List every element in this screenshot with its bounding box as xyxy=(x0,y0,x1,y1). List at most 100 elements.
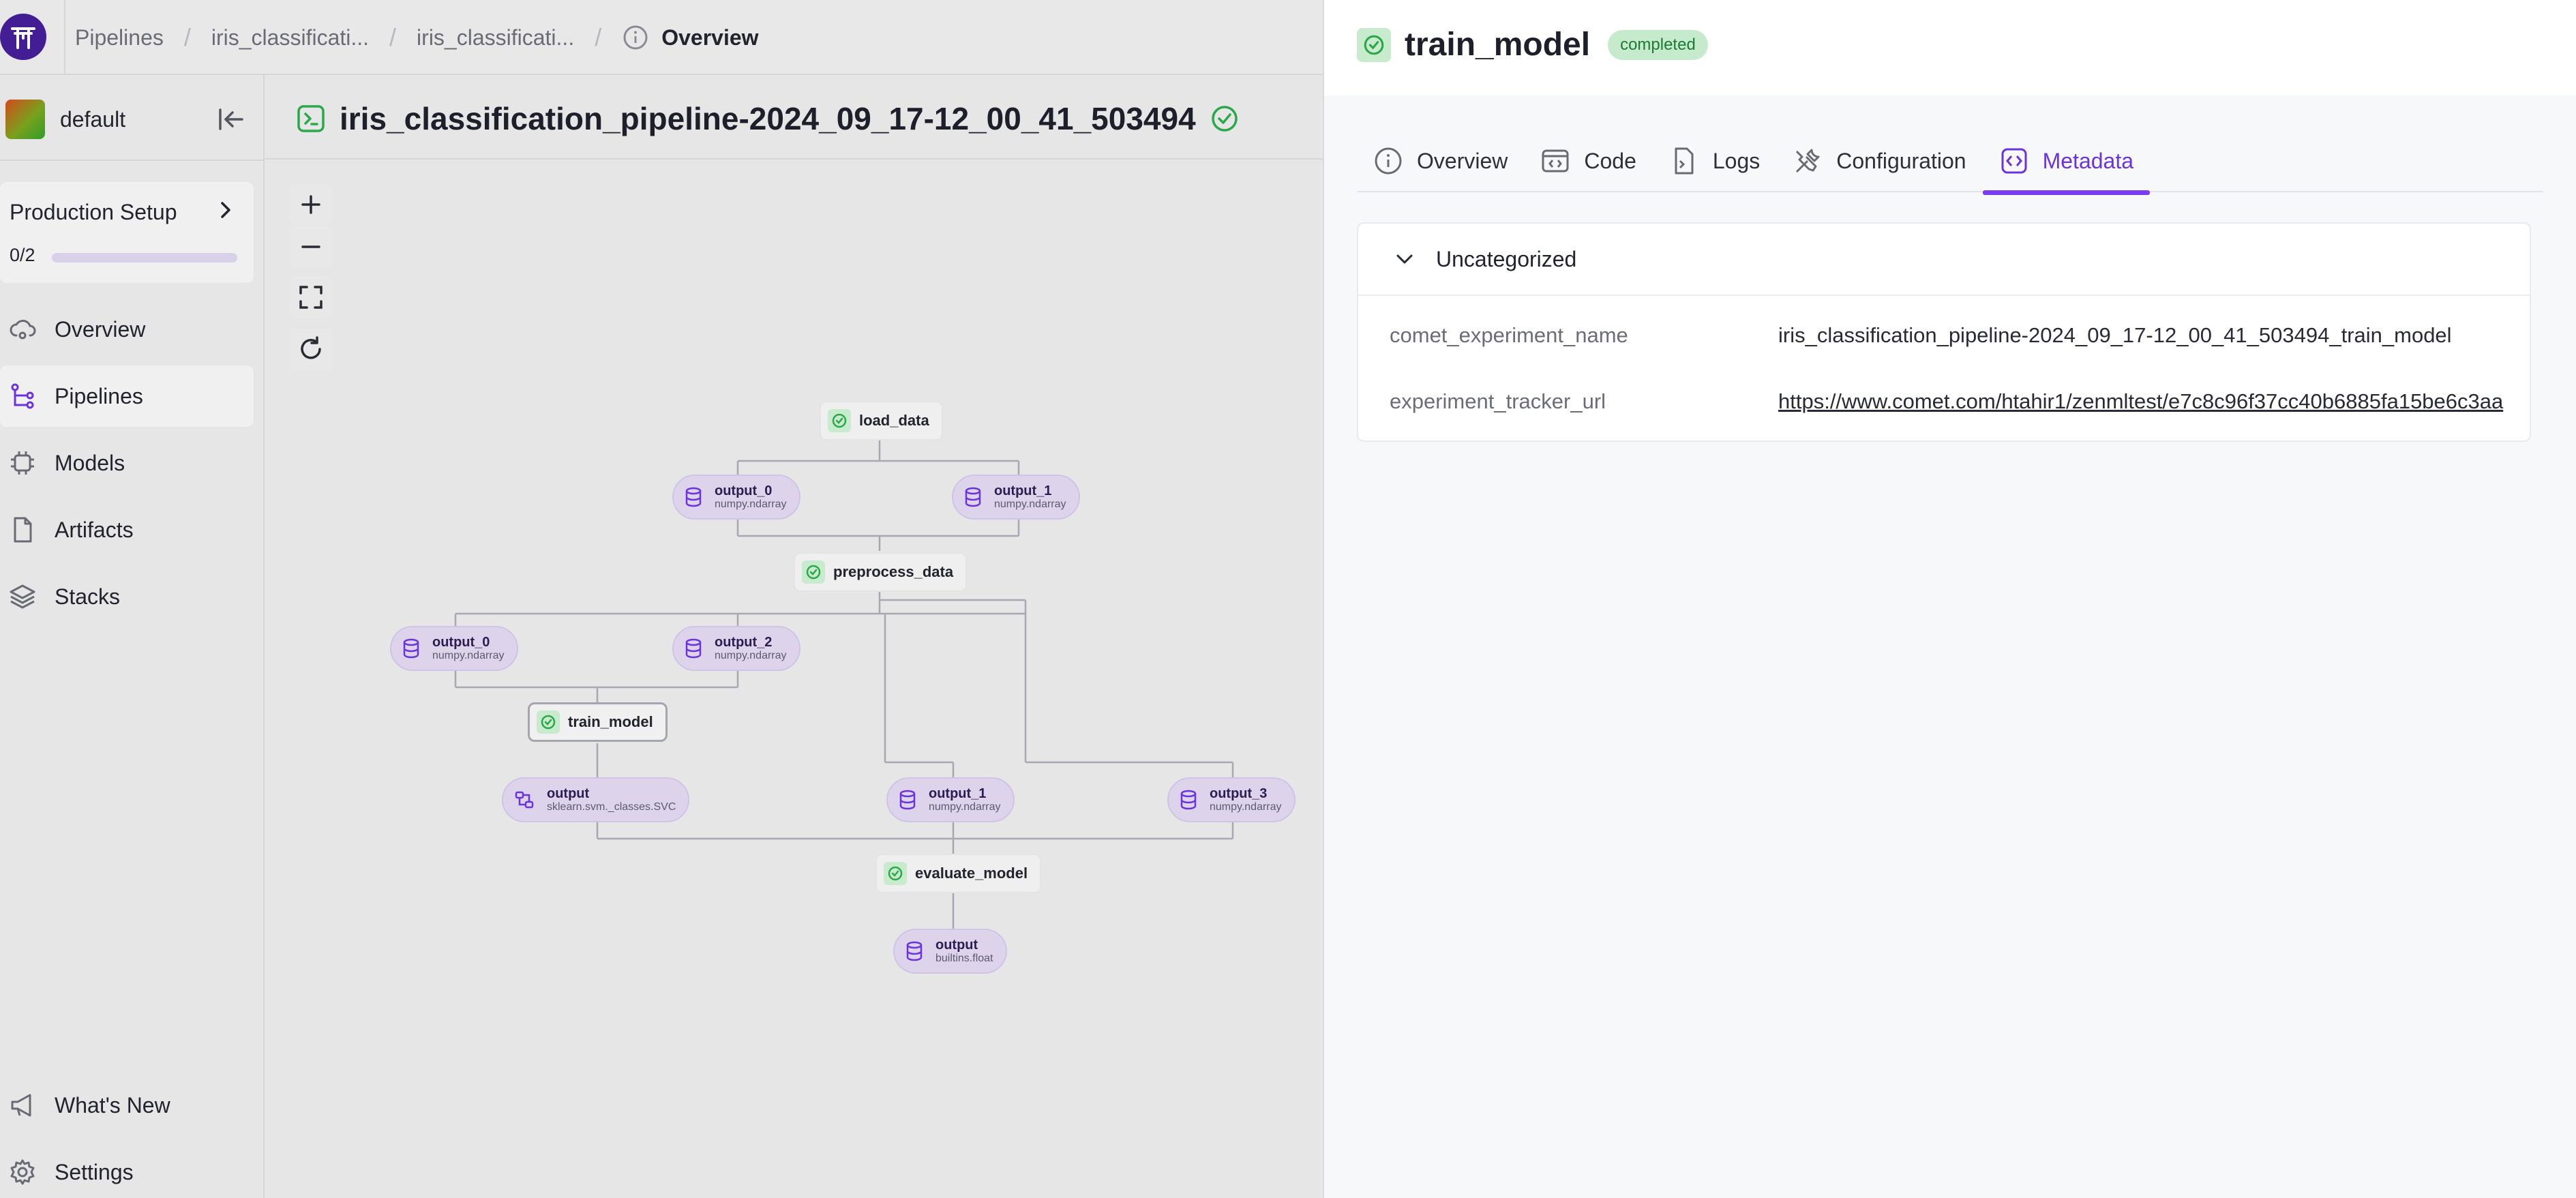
database-icon xyxy=(899,790,916,810)
file-icon xyxy=(14,517,32,543)
sidebar-item-label: Settings xyxy=(55,1159,134,1184)
chevron-down-icon xyxy=(1396,254,1413,264)
database-icon xyxy=(403,638,419,659)
artifact-name: output_2 xyxy=(715,635,773,650)
artifact-node[interactable]: output_2 numpy.ndarray xyxy=(672,626,800,671)
artifact-name: output xyxy=(547,786,590,802)
panel-header: train_model completed xyxy=(1324,0,2576,95)
database-icon xyxy=(685,487,702,507)
tab-metadata[interactable]: Metadata xyxy=(1982,130,2151,195)
chip-icon xyxy=(11,451,34,475)
sidebar: default Production Setup 0/2 Overview Pi… xyxy=(0,75,265,1198)
database-icon xyxy=(906,941,923,961)
status-badge: completed xyxy=(1608,29,1708,60)
breadcrumb-run[interactable]: iris_classificati... xyxy=(417,25,574,50)
step-node-load-data[interactable]: load_data xyxy=(820,401,943,440)
step-label: load_data xyxy=(859,412,929,429)
step-node-evaluate-model[interactable]: evaluate_model xyxy=(875,854,1042,893)
tab-logs[interactable]: Logs xyxy=(1653,130,1776,192)
sidebar-item-label: Stacks xyxy=(55,584,121,609)
artifact-node[interactable]: output sklearn.svm._classes.SVC xyxy=(502,777,690,822)
check-circle-icon xyxy=(888,866,903,881)
experiment-tracker-link[interactable]: https://www.comet.com/htahir1/zenmltest/… xyxy=(1778,389,2503,414)
step-node-preprocess-data[interactable]: preprocess_data xyxy=(794,552,968,592)
dag-edges xyxy=(454,420,1234,929)
breadcrumb-separator: / xyxy=(183,23,191,51)
step-label: evaluate_model xyxy=(915,865,1028,882)
step-status-icon xyxy=(1357,27,1391,62)
metadata-value: iris_classification_pipeline-2024_09_17-… xyxy=(1778,323,2452,347)
artifact-node[interactable]: output_0 numpy.ndarray xyxy=(390,626,518,671)
tab-label: Configuration xyxy=(1836,148,1966,173)
layers-icon xyxy=(10,584,35,609)
tab-label: Metadata xyxy=(2042,148,2134,173)
artifact-node[interactable]: output_3 numpy.ndarray xyxy=(1167,777,1296,822)
breadcrumb-separator: / xyxy=(595,23,602,51)
sidebar-item-pipelines[interactable]: Pipelines xyxy=(0,365,254,427)
database-icon xyxy=(965,487,981,507)
sidebar-item-artifacts[interactable]: Artifacts xyxy=(0,499,254,560)
panel-title: train_model completed xyxy=(1357,26,1708,63)
metadata-row: experiment_tracker_url https://www.comet… xyxy=(1358,374,2532,429)
info-icon xyxy=(1375,147,1402,175)
breadcrumb-pipelines[interactable]: Pipelines xyxy=(75,25,164,50)
artifact-type: numpy.ndarray xyxy=(432,650,505,662)
workspace-divider xyxy=(0,160,265,161)
sidebar-item-settings[interactable]: Settings xyxy=(0,1141,254,1198)
artifact-type: numpy.ndarray xyxy=(1210,801,1282,813)
check-circle-icon xyxy=(541,715,556,730)
artifact-name: output_0 xyxy=(432,635,490,650)
metadata-key: comet_experiment_name xyxy=(1390,323,1628,347)
artifact-name: output_0 xyxy=(715,483,773,499)
sidebar-item-overview[interactable]: Overview xyxy=(0,299,254,360)
collapse-sidebar-button[interactable] xyxy=(214,102,248,136)
step-status-icon xyxy=(537,710,560,734)
info-icon xyxy=(623,25,648,50)
panel-tabs: Overview Code Logs Configuration Metadat… xyxy=(1357,130,2543,195)
step-label: preprocess_data xyxy=(833,563,954,580)
sidebar-item-models[interactable]: Models xyxy=(0,432,254,494)
step-status-icon xyxy=(884,862,907,885)
artifact-node[interactable]: output_1 numpy.ndarray xyxy=(886,777,1015,822)
breadcrumb-current: Overview xyxy=(622,24,759,51)
artifact-node[interactable]: output builtins.float xyxy=(893,929,1007,974)
database-icon xyxy=(685,638,702,659)
step-node-train-model[interactable]: train_model xyxy=(528,702,668,742)
artifact-type: builtins.float xyxy=(935,953,993,965)
production-setup-card[interactable]: Production Setup 0/2 xyxy=(0,182,254,283)
workspace-switcher[interactable]: default xyxy=(5,98,251,140)
metadata-section-title: Uncategorized xyxy=(1436,246,1577,271)
zenml-logo[interactable] xyxy=(0,14,46,60)
tab-label: Logs xyxy=(1712,148,1761,173)
breadcrumb-pipeline[interactable]: iris_classificati... xyxy=(211,25,369,50)
artifact-type: numpy.ndarray xyxy=(994,498,1066,511)
tab-configuration[interactable]: Configuration xyxy=(1776,130,1982,192)
terminal-icon xyxy=(297,105,325,132)
sidebar-bottom-nav: What's New Settings xyxy=(0,1075,254,1198)
tools-icon xyxy=(1796,149,1820,173)
artifact-node[interactable]: output_0 numpy.ndarray xyxy=(672,475,800,520)
torii-icon xyxy=(11,27,35,49)
collapse-left-icon xyxy=(219,108,243,130)
sidebar-item-whats-new[interactable]: What's New xyxy=(0,1075,254,1136)
tab-code[interactable]: Code xyxy=(1524,130,1653,192)
artifact-name: output_1 xyxy=(994,483,1052,499)
breadcrumb-separator: / xyxy=(389,23,397,51)
check-circle-icon xyxy=(832,413,847,428)
sidebar-item-stacks[interactable]: Stacks xyxy=(0,566,254,627)
step-detail-panel: train_model completed Overview Code Logs… xyxy=(1323,0,2576,1198)
metadata-section-header[interactable]: Uncategorized xyxy=(1358,224,2530,296)
check-circle-icon xyxy=(1364,35,1384,55)
step-label: train_model xyxy=(568,713,653,730)
panel-title-text: train_model xyxy=(1405,27,1591,63)
breadcrumb-current-label: Overview xyxy=(661,25,759,50)
sidebar-item-label: What's New xyxy=(55,1092,170,1118)
tab-label: Overview xyxy=(1417,148,1508,173)
tab-overview[interactable]: Overview xyxy=(1357,130,1524,192)
artifact-type: numpy.ndarray xyxy=(715,650,787,662)
gear-icon xyxy=(10,1159,35,1185)
artifact-node[interactable]: output_1 numpy.ndarray xyxy=(952,475,1080,520)
step-status-icon xyxy=(828,409,851,432)
artifact-type: numpy.ndarray xyxy=(929,801,1001,813)
chevron-right-icon xyxy=(221,202,230,218)
